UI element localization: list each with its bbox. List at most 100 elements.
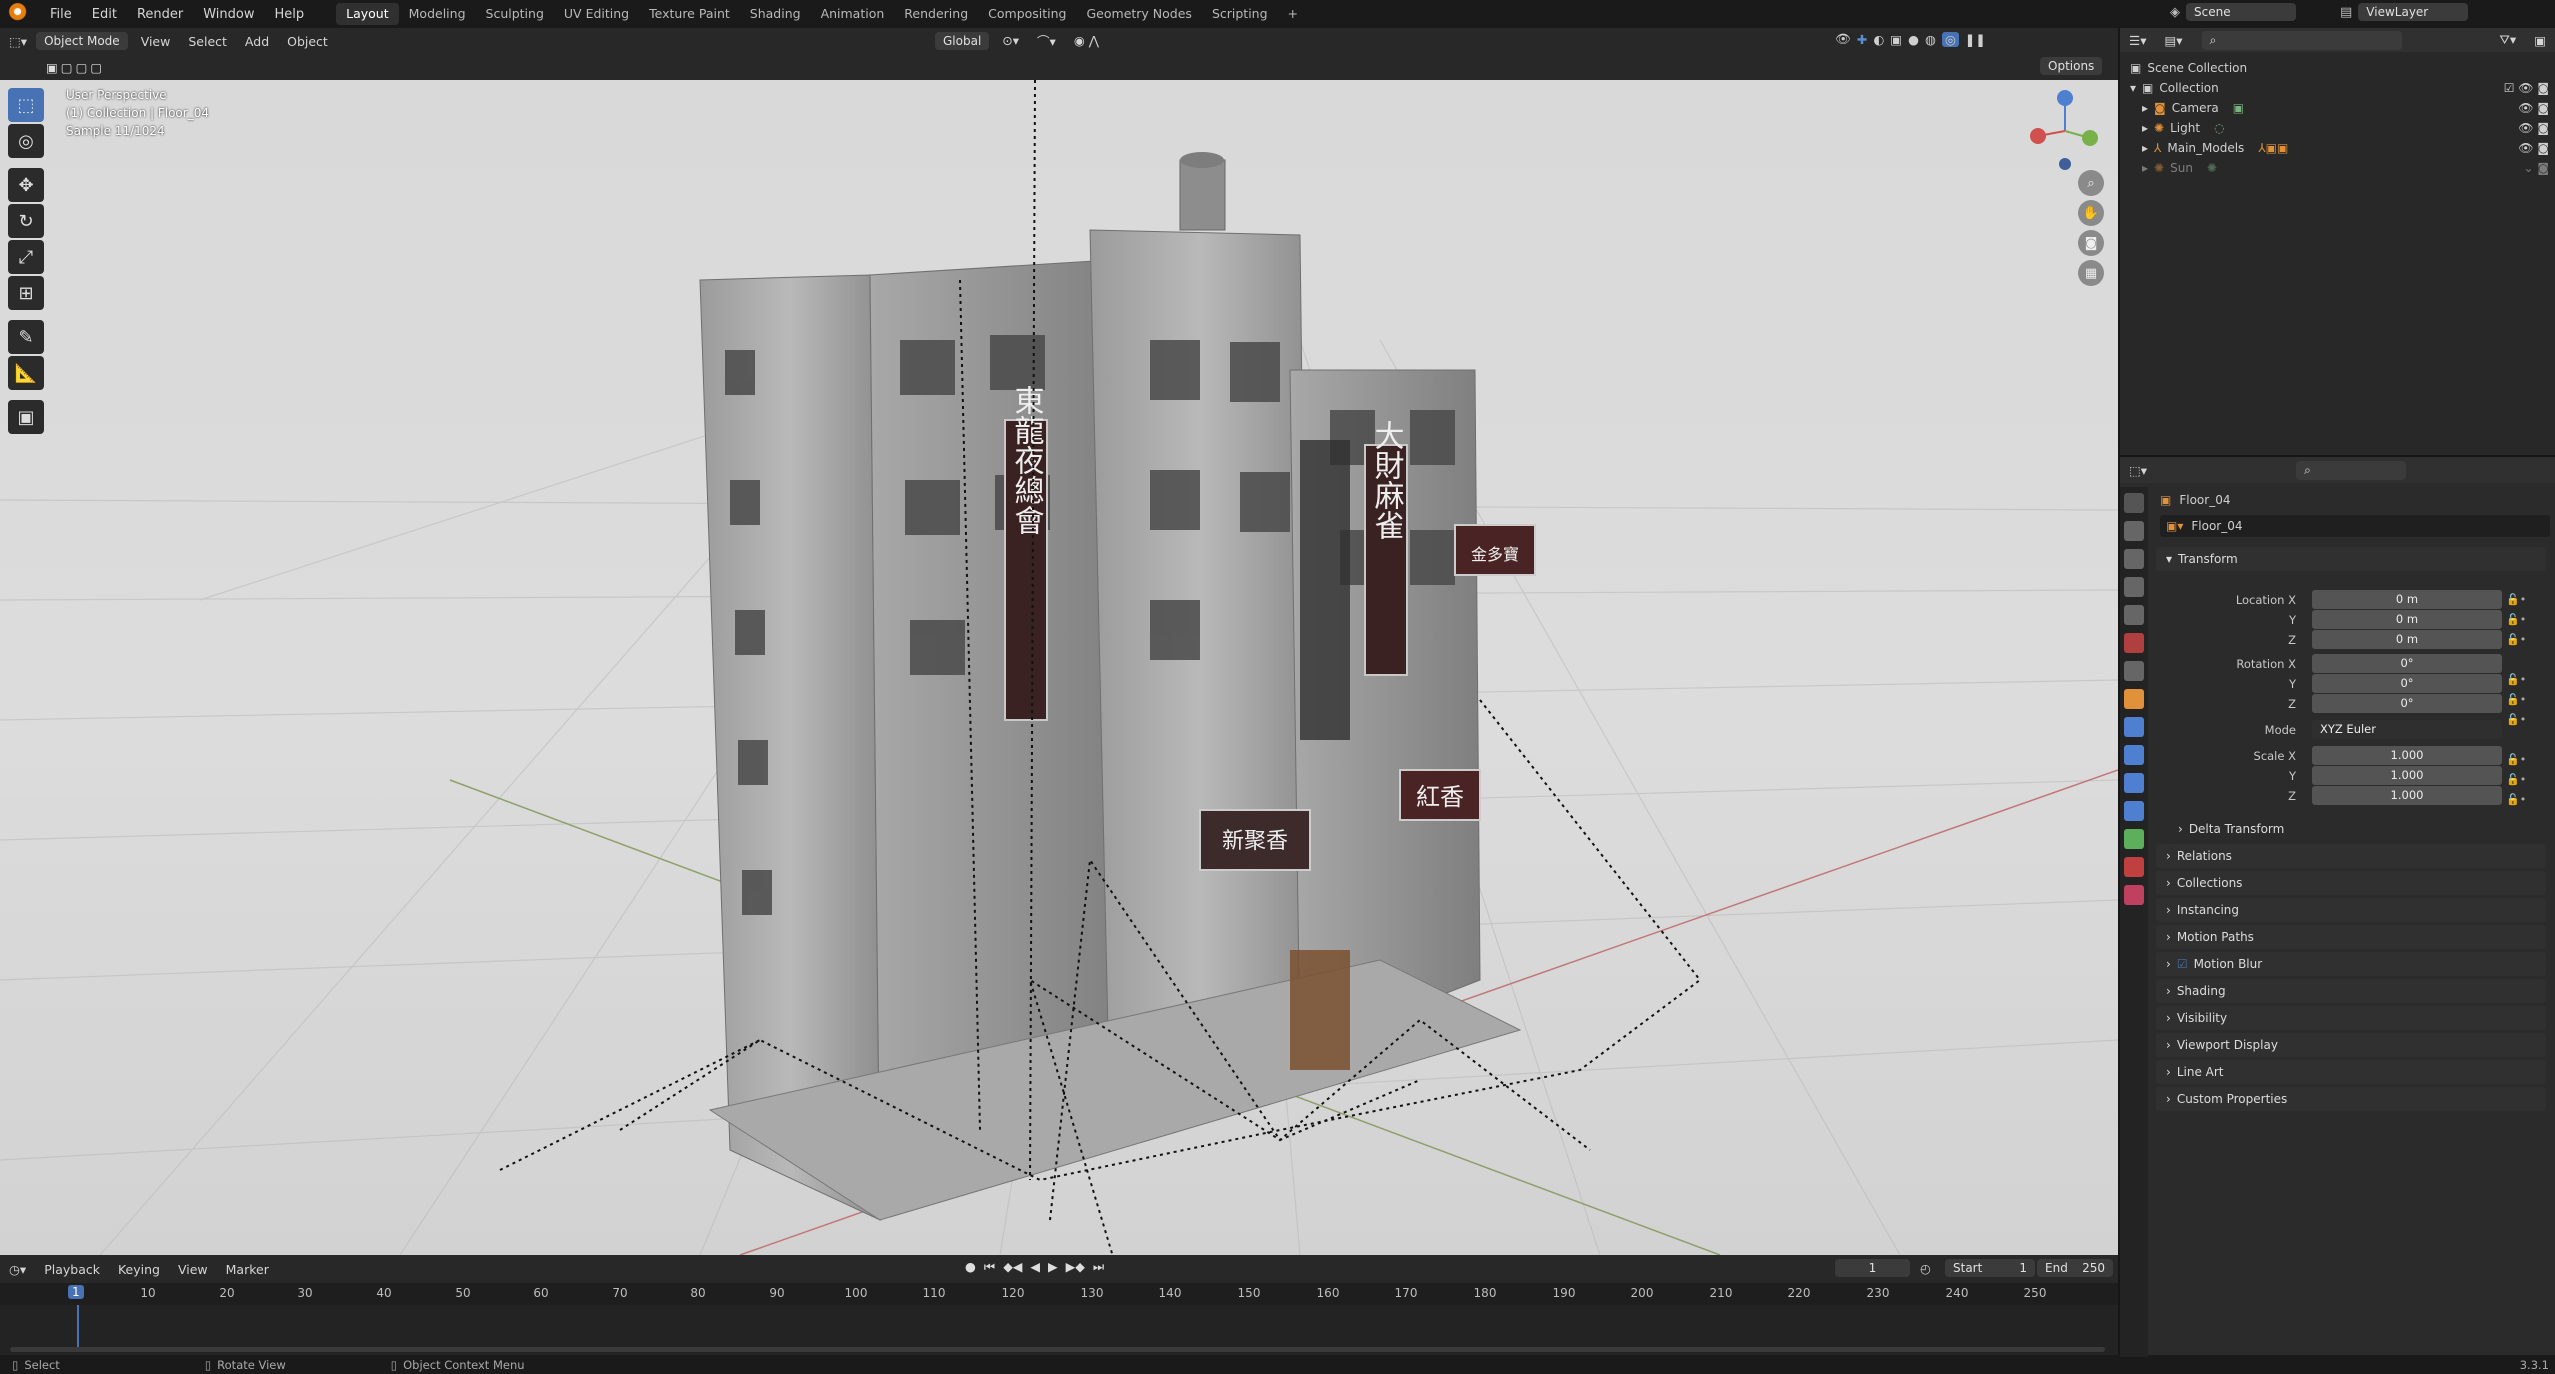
object-tab-icon[interactable]: [2124, 689, 2144, 709]
material-shading-icon[interactable]: ◍: [1925, 32, 1936, 47]
next-keyframe-icon[interactable]: ▶◆: [1066, 1259, 1085, 1275]
menu-add[interactable]: Add: [236, 34, 278, 49]
outliner-item-camera[interactable]: ▸ ◙ Camera ▣ 👁 ◙: [2142, 98, 2555, 118]
add-cube-tool-icon[interactable]: ▣: [8, 400, 44, 434]
viewport-display-panel[interactable]: › Viewport Display: [2156, 1033, 2546, 1057]
tab-texture-paint[interactable]: Texture Paint: [639, 3, 740, 25]
end-frame-field[interactable]: End 250: [2037, 1259, 2113, 1277]
texture-tab-icon[interactable]: [2124, 885, 2144, 905]
jump-start-icon[interactable]: ⏮: [984, 1259, 995, 1275]
properties-editor-type-icon[interactable]: ⬚▾: [2120, 463, 2156, 478]
rotation-mode-dropdown[interactable]: XYZ Euler: [2312, 720, 2502, 739]
tab-animation[interactable]: Animation: [811, 3, 895, 25]
motion-blur-panel[interactable]: › ☑ Motion Blur: [2156, 952, 2546, 976]
filter-icon[interactable]: ⛛▾: [2490, 32, 2525, 48]
item-vis-icons[interactable]: 👁 ◙: [2518, 141, 2549, 155]
object-name-field[interactable]: ▣▾ Floor_04: [2160, 515, 2550, 537]
relations-panel[interactable]: › Relations: [2156, 844, 2546, 868]
view-layer-selector[interactable]: ViewLayer: [2358, 3, 2469, 21]
physics-tab-icon[interactable]: [2124, 773, 2144, 793]
location-z-field[interactable]: 0 m: [2312, 630, 2502, 649]
rotation-x-field[interactable]: 0°: [2312, 654, 2502, 673]
play-icon[interactable]: ▶: [1048, 1259, 1058, 1275]
custom-properties-panel[interactable]: › Custom Properties: [2156, 1087, 2546, 1111]
menu-timeline-view[interactable]: View: [169, 1262, 217, 1277]
options-dropdown[interactable]: Options: [2040, 57, 2103, 75]
shading-panel[interactable]: › Shading: [2156, 979, 2546, 1003]
world-tab-icon[interactable]: [2124, 633, 2144, 653]
constraints-tab-icon[interactable]: [2124, 801, 2144, 821]
transform-panel-header[interactable]: ▾ Transform: [2156, 547, 2546, 571]
collection-tab-icon[interactable]: [2124, 661, 2144, 681]
instancing-panel[interactable]: › Instancing: [2156, 898, 2546, 922]
tab-sculpting[interactable]: Sculpting: [476, 3, 554, 25]
menu-render[interactable]: Render: [127, 7, 193, 22]
ortho-grid-icon[interactable]: ▦: [2078, 260, 2104, 286]
line-art-panel[interactable]: › Line Art: [2156, 1060, 2546, 1084]
tool-tab-icon[interactable]: [2124, 493, 2144, 513]
transform-tool-icon[interactable]: ⊞: [8, 276, 44, 310]
rotation-y-field[interactable]: 0°: [2312, 674, 2502, 693]
transform-orientation-dropdown[interactable]: Global: [935, 31, 990, 50]
motion-blur-checkbox[interactable]: ☑: [2177, 957, 2188, 971]
scene-selector[interactable]: Scene: [2186, 3, 2296, 21]
outliner-collection[interactable]: ▾ ▣ Collection ☑ 👁 ◙: [2130, 78, 2555, 98]
item-vis-icons[interactable]: 👁 ◙: [2518, 101, 2549, 115]
rotation-z-field[interactable]: 0°: [2312, 694, 2502, 713]
scale-z-field[interactable]: 1.000: [2312, 786, 2502, 805]
new-collection-icon[interactable]: ▣: [2525, 33, 2555, 48]
tab-geometry-nodes[interactable]: Geometry Nodes: [1077, 3, 1202, 25]
location-y-field[interactable]: 0 m: [2312, 610, 2502, 629]
material-tab-icon[interactable]: [2124, 857, 2144, 877]
blender-logo-icon[interactable]: [8, 2, 32, 26]
scene-tab-icon[interactable]: [2124, 605, 2144, 625]
gizmo-icon[interactable]: ✚: [1857, 32, 1867, 47]
properties-search-input[interactable]: ⌕: [2296, 460, 2407, 480]
display-mode-icon[interactable]: ▤▾: [2155, 33, 2191, 48]
outliner-item-main-models[interactable]: ▸ ⅄ Main_Models ⅄▣▣ 👁 ◙: [2142, 138, 2555, 158]
start-frame-field[interactable]: Start 1: [1945, 1259, 2035, 1277]
measure-tool-icon[interactable]: 📐: [8, 356, 44, 390]
menu-view[interactable]: View: [132, 34, 180, 49]
menu-marker[interactable]: Marker: [217, 1262, 278, 1277]
tab-scripting[interactable]: Scripting: [1202, 3, 1278, 25]
outliner-search-input[interactable]: ⌕: [2201, 30, 2402, 50]
zoom-icon[interactable]: ⌕: [2078, 170, 2104, 196]
menu-window[interactable]: Window: [193, 7, 264, 22]
move-tool-icon[interactable]: ✥: [8, 168, 44, 202]
camera-view-icon[interactable]: ◙: [2078, 230, 2104, 256]
pause-icon[interactable]: ❚❚: [1965, 32, 1986, 47]
render-tab-icon[interactable]: [2124, 521, 2144, 541]
overlay-icon[interactable]: ◐: [1873, 32, 1884, 47]
mode-dropdown[interactable]: Object Mode: [36, 32, 128, 50]
frame-ruler[interactable]: 1 10 20 30 40 50 60 70 80 90 100 110 120…: [0, 1283, 2118, 1305]
record-icon[interactable]: ●: [965, 1259, 976, 1275]
current-frame-field[interactable]: 1: [1835, 1259, 1910, 1277]
snap-icon[interactable]: ⌒▾: [1028, 31, 1065, 50]
rotate-tool-icon[interactable]: ↻: [8, 204, 44, 238]
annotate-tool-icon[interactable]: ✎: [8, 320, 44, 354]
menu-playback[interactable]: Playback: [35, 1262, 109, 1277]
scale-x-field[interactable]: 1.000: [2312, 746, 2502, 765]
scale-tool-icon[interactable]: ⤢: [8, 240, 44, 274]
pivot-icon[interactable]: ⊙▾: [993, 33, 1028, 48]
prev-keyframe-icon[interactable]: ◆◀: [1003, 1259, 1022, 1275]
cursor-tool-icon[interactable]: ◎: [8, 124, 44, 158]
menu-object[interactable]: Object: [278, 34, 337, 49]
solid-shading-icon[interactable]: ●: [1908, 32, 1919, 47]
menu-file[interactable]: File: [40, 7, 82, 22]
scale-y-field[interactable]: 1.000: [2312, 766, 2502, 785]
editor-type-icon[interactable]: ⬚▾: [0, 34, 36, 49]
menu-keying[interactable]: Keying: [109, 1262, 169, 1277]
rendered-shading-icon[interactable]: ◎: [1941, 31, 1959, 47]
menu-edit[interactable]: Edit: [82, 7, 127, 22]
particles-tab-icon[interactable]: [2124, 745, 2144, 765]
tab-compositing[interactable]: Compositing: [978, 3, 1076, 25]
lock-icons[interactable]: 🔓• 🔓• 🔓• 🔓• 🔓• 🔓• 🔓• 🔓• 🔓•: [2506, 590, 2526, 810]
xray-icon[interactable]: ▣: [1890, 32, 1902, 47]
playhead-marker[interactable]: 1: [68, 1285, 84, 1299]
item-vis-icons[interactable]: 👁 ◙: [2518, 121, 2549, 135]
view-layer-tab-icon[interactable]: [2124, 577, 2144, 597]
timeline-editor-type-icon[interactable]: ◷▾: [0, 1262, 35, 1277]
outliner-item-sun[interactable]: ▸ ✺ Sun ✺ ⌄ ◙: [2142, 158, 2555, 178]
